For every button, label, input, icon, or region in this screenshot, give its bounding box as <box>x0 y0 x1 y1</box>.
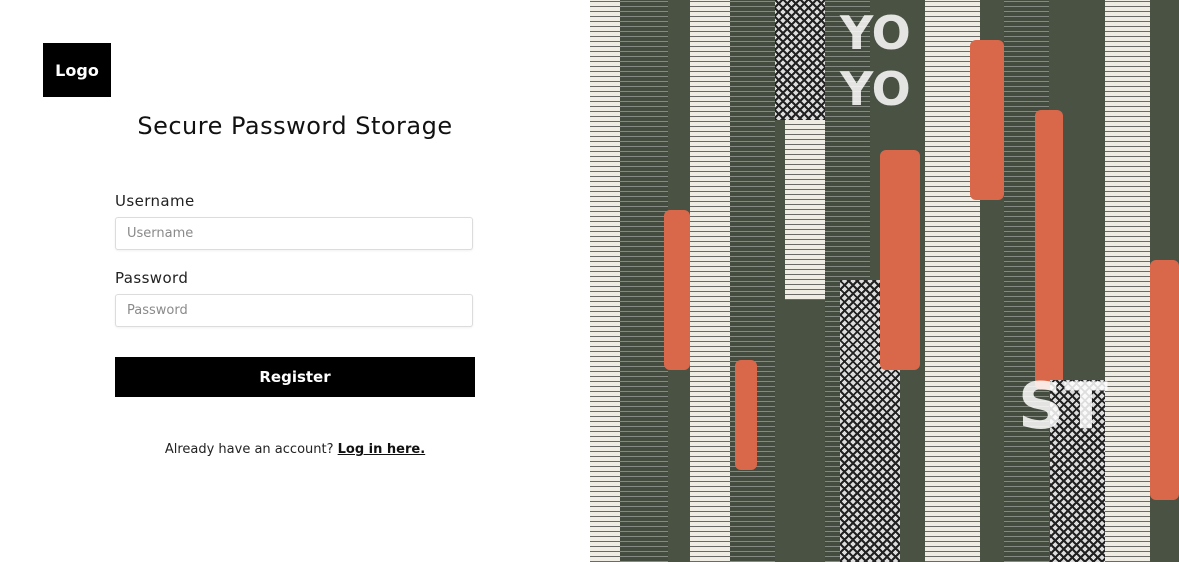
collage-strip <box>735 360 757 470</box>
collage-strip <box>590 0 620 562</box>
username-input[interactable] <box>115 217 473 250</box>
login-prompt: Already have an account? Log in here. <box>115 442 475 457</box>
collage-strip <box>880 150 920 370</box>
password-label: Password <box>115 269 189 287</box>
collage-strip <box>690 0 730 562</box>
username-label: Username <box>115 192 195 210</box>
collage-strip <box>620 0 668 562</box>
collage-strip <box>970 40 1004 200</box>
password-input[interactable] <box>115 294 473 327</box>
collage-strip <box>1150 260 1179 500</box>
collage-strip <box>785 120 825 300</box>
logo[interactable]: Logo <box>43 43 111 97</box>
collage-letters: YO <box>840 62 911 116</box>
collage-strip <box>664 210 690 370</box>
collage-letters: ST <box>1018 370 1108 444</box>
login-panel: Logo Secure Password Storage Username Pa… <box>0 0 590 562</box>
collage-strip <box>730 0 775 562</box>
register-button[interactable]: Register <box>115 357 475 397</box>
collage-letters: YO <box>840 6 911 60</box>
page-title: Secure Password Storage <box>137 112 453 140</box>
collage-strip <box>775 0 825 120</box>
collage-strip <box>1035 110 1063 390</box>
collage-artwork: YO YO ST <box>590 0 1179 562</box>
collage-strip <box>1105 0 1150 562</box>
login-prompt-text: Already have an account? <box>164 442 334 457</box>
login-link[interactable]: Log in here. <box>338 442 426 457</box>
